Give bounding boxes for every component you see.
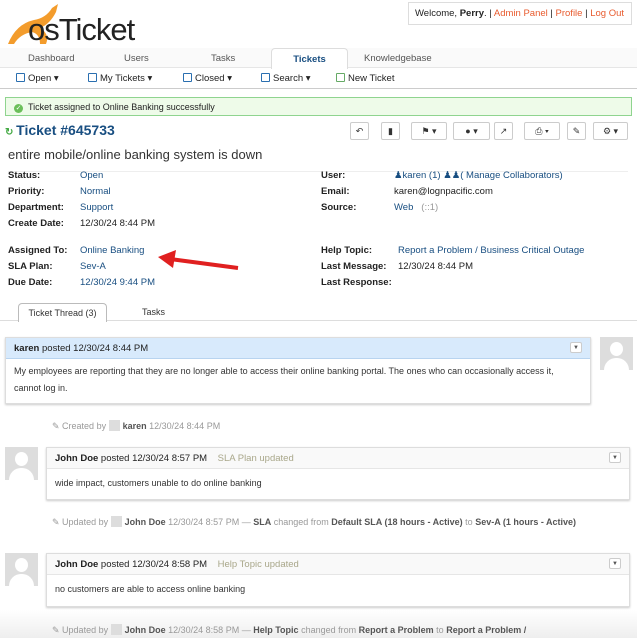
- log-out-link[interactable]: Log Out: [590, 8, 624, 19]
- open-menu[interactable]: Open ▾: [16, 73, 59, 84]
- entry-options-caret[interactable]: ▼: [609, 558, 621, 569]
- pencil-icon: ✎: [52, 517, 63, 527]
- edit-icon: ✎: [572, 126, 581, 136]
- tab-tasks[interactable]: Tasks: [142, 303, 165, 321]
- thread-entry: John Doe posted 12/30/24 8:57 PM SLA Pla…: [46, 447, 630, 500]
- osticket-logo[interactable]: osTicket: [6, 2, 141, 47]
- pencil-icon: ✎: [52, 421, 63, 431]
- entry-body: no customers are able to access online b…: [55, 584, 246, 594]
- thread-entry: karen posted 12/30/24 8:44 PM ▼ My employ…: [5, 337, 591, 404]
- new-ticket-icon: [336, 73, 345, 82]
- user-link[interactable]: karen (1): [403, 170, 441, 181]
- department-value[interactable]: Support: [80, 202, 113, 213]
- assigned-to-value[interactable]: Online Banking: [80, 245, 144, 256]
- tickets-icon: [261, 73, 270, 82]
- avatar: [110, 624, 122, 635]
- closed-menu[interactable]: Closed ▾: [183, 73, 232, 84]
- ticket-subject: entire mobile/online banking system is d…: [8, 147, 263, 162]
- help-topic-label: Help Topic:: [321, 245, 373, 256]
- print-icon: ⎙ ▾: [535, 126, 549, 136]
- help-topic-updated-event: ✎ Updated by John Doe 12/30/24 8:58 PM —…: [52, 624, 527, 635]
- entry-body: My employees are reporting that they are…: [14, 366, 554, 393]
- status-label: Status:: [8, 170, 41, 181]
- priority-value[interactable]: Normal: [80, 186, 111, 197]
- create-date-label: Create Date:: [8, 218, 64, 229]
- avatar: [600, 337, 633, 370]
- tickets-icon: [16, 73, 25, 82]
- my-tickets-menu[interactable]: My Tickets ▾: [88, 73, 152, 84]
- tab-users[interactable]: Users: [124, 53, 149, 64]
- new-ticket-link[interactable]: New Ticket: [336, 73, 394, 84]
- due-date-label: Due Date:: [8, 277, 53, 288]
- assign-button[interactable]: ● ▾: [453, 122, 490, 140]
- welcome-box: Welcome, Perry. | Admin Panel | Profile …: [408, 2, 632, 25]
- flag-icon: ⚑ ▾: [421, 126, 437, 136]
- last-response-label: Last Response:: [321, 277, 392, 288]
- thread-entry: John Doe posted 12/30/24 8:58 PM Help To…: [46, 553, 630, 607]
- entry-body: wide impact, customers unable to do onli…: [55, 478, 262, 488]
- tickets-icon: [183, 73, 192, 82]
- document-icon: ▮: [388, 126, 393, 136]
- print-button[interactable]: ⎙ ▾: [524, 122, 560, 140]
- tab-tickets[interactable]: Tickets: [271, 48, 348, 69]
- due-date-value[interactable]: 12/30/24 9:44 PM: [80, 277, 155, 288]
- user-icon: ♟: [394, 170, 403, 181]
- success-alert: ✓ Ticket assigned to Online Banking succe…: [5, 97, 632, 116]
- sla-updated-event: ✎ Updated by John Doe 12/30/24 8:57 PM —…: [52, 516, 577, 527]
- entry-options-caret[interactable]: ▼: [609, 452, 621, 463]
- create-date-value: 12/30/24 8:44 PM: [80, 218, 155, 229]
- gear-icon: ⚙ ▾: [602, 126, 619, 136]
- ticket-title: ↻ Ticket #645733: [5, 122, 115, 138]
- avatar: [108, 420, 120, 431]
- more-settings-button[interactable]: ⚙ ▾: [593, 122, 628, 140]
- print-pdf-button[interactable]: ▮: [381, 122, 400, 140]
- last-message-value: 12/30/24 8:44 PM: [398, 261, 473, 272]
- status-value[interactable]: Open: [80, 170, 103, 181]
- tab-dashboard[interactable]: Dashboard: [28, 53, 74, 64]
- sub-nav: Open ▾ My Tickets ▾ Closed ▾ Search ▾ Ne…: [0, 68, 637, 89]
- source-label: Source:: [321, 202, 357, 213]
- user-label: User:: [321, 170, 346, 181]
- tab-ticket-thread[interactable]: Ticket Thread (3): [18, 303, 107, 322]
- avatar: [5, 553, 38, 586]
- main-nav: Dashboard Users Tasks Tickets Knowledgeb…: [0, 48, 637, 69]
- priority-label: Priority:: [8, 186, 45, 197]
- avatar: [110, 516, 122, 527]
- sla-plan-label: SLA Plan:: [8, 261, 53, 272]
- entry-options-caret[interactable]: ▼: [570, 342, 582, 353]
- user-value: ♟karen (1) ♟♟( Manage Collaborators): [394, 170, 563, 181]
- collaborators-icon: ♟♟: [443, 170, 461, 181]
- avatar: [5, 447, 38, 480]
- entry-header: John Doe posted 12/30/24 8:58 PM Help To…: [47, 554, 629, 575]
- tab-tasks[interactable]: Tasks: [211, 53, 235, 64]
- reply-button[interactable]: ↶: [350, 122, 369, 140]
- pencil-icon: ✎: [52, 625, 63, 635]
- status-button[interactable]: ⚑ ▾: [411, 122, 447, 140]
- last-message-label: Last Message:: [321, 261, 387, 272]
- entry-header: John Doe posted 12/30/24 8:57 PM SLA Pla…: [47, 448, 629, 469]
- refresh-icon[interactable]: ↻: [5, 127, 16, 138]
- manage-collaborators-link[interactable]: ( Manage Collaborators): [460, 170, 562, 181]
- help-topic-value[interactable]: Report a Problem / Business Critical Out…: [398, 245, 584, 256]
- check-icon: ✓: [14, 104, 23, 113]
- edit-button[interactable]: ✎: [567, 122, 586, 140]
- entry-header: karen posted 12/30/24 8:44 PM ▼: [6, 338, 590, 359]
- tickets-icon: [88, 73, 97, 82]
- user-icon: ● ▾: [465, 126, 478, 136]
- source-value: Web (::1): [394, 202, 439, 213]
- search-menu[interactable]: Search ▾: [261, 73, 311, 84]
- reply-icon: ↶: [355, 126, 364, 136]
- department-label: Department:: [8, 202, 64, 213]
- share-icon: ↗: [499, 126, 508, 136]
- assigned-to-label: Assigned To:: [8, 245, 68, 256]
- admin-panel-link[interactable]: Admin Panel: [494, 8, 548, 19]
- created-event: ✎ Created by karen 12/30/24 8:44 PM: [52, 420, 221, 431]
- transfer-button[interactable]: ↗: [494, 122, 513, 140]
- red-arrow-annotation: [158, 250, 239, 270]
- email-value: karen@lognpacific.com: [394, 186, 493, 197]
- profile-link[interactable]: Profile: [556, 8, 583, 19]
- tab-knowledgebase[interactable]: Knowledgebase: [364, 53, 432, 64]
- sla-plan-value[interactable]: Sev-A: [80, 261, 106, 272]
- email-label: Email:: [321, 186, 350, 197]
